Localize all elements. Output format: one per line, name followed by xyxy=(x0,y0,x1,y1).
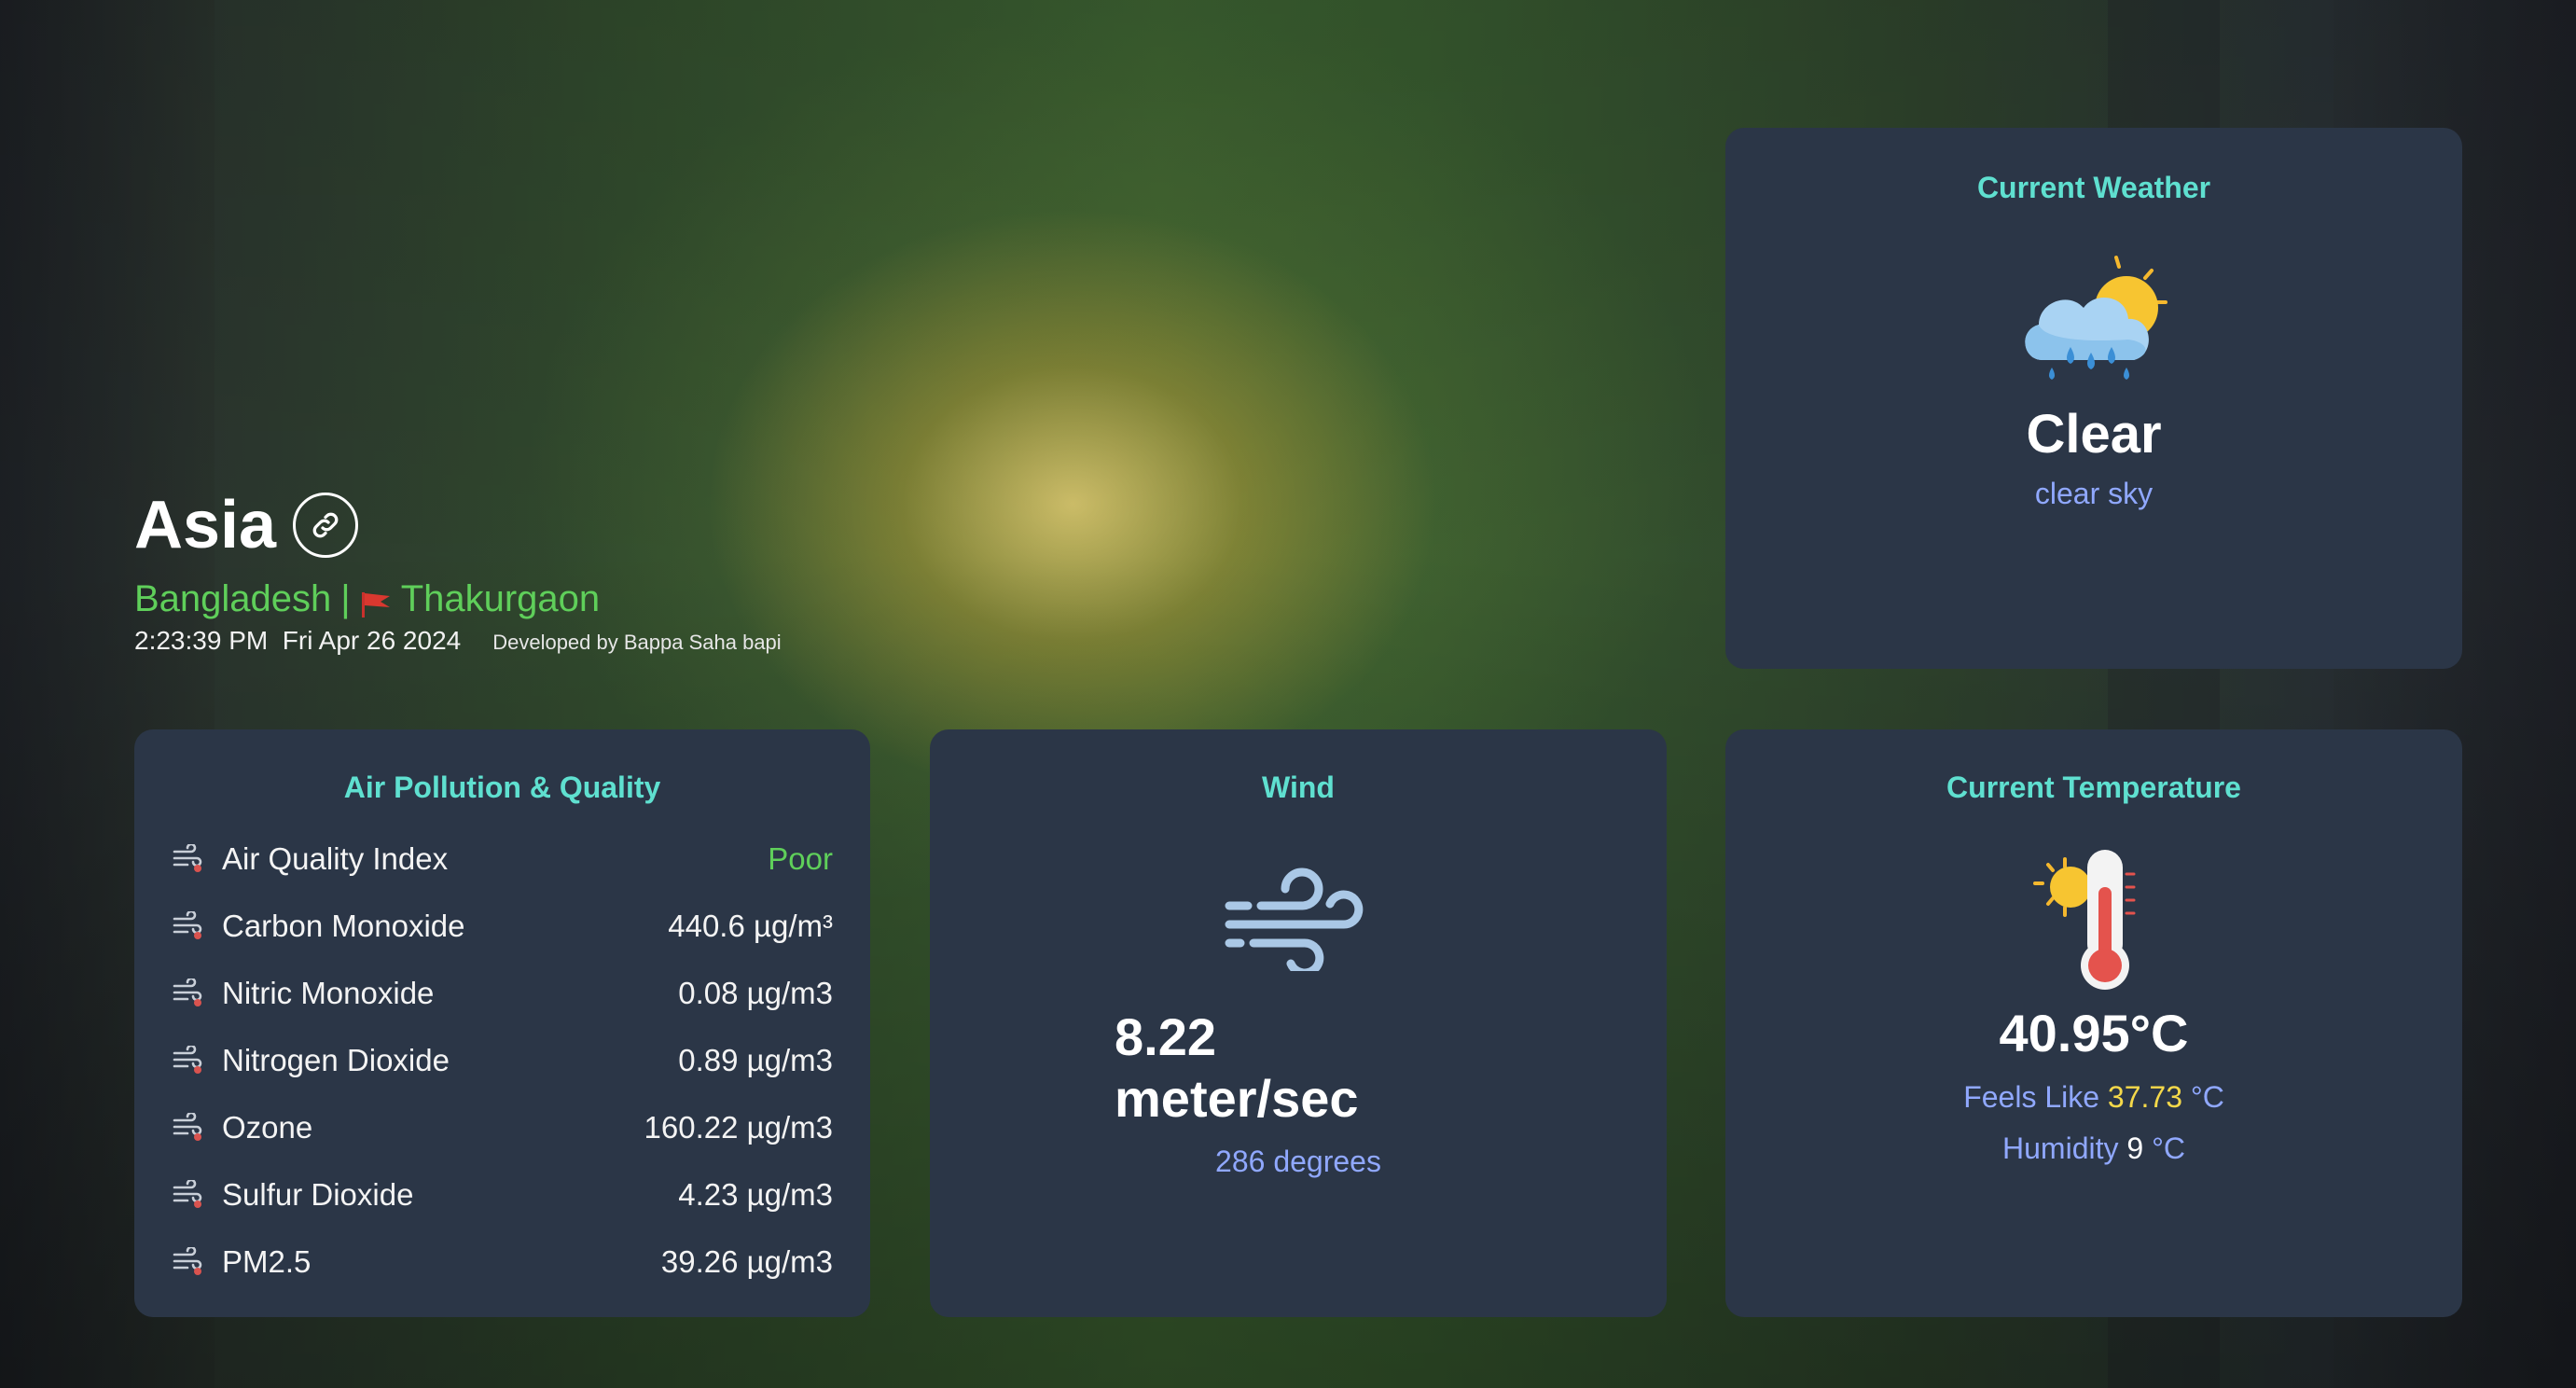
current-time: 2:23:39 PM xyxy=(134,626,269,655)
air-label: Sulfur Dioxide xyxy=(222,1177,414,1212)
list-item: Nitric Monoxide 0.08 µg/m3 xyxy=(172,960,833,1027)
humidity-label: Humidity xyxy=(2002,1131,2119,1165)
city-name: Thakurgaon xyxy=(400,578,601,619)
developer-credit: Developed by Bappa Saha bapi xyxy=(492,631,782,654)
air-label: Air Quality Index xyxy=(222,841,449,876)
current-weather-card: Current Weather Clear clear sky xyxy=(1725,128,2462,669)
air-value: 440.6 µg/m³ xyxy=(668,909,833,943)
share-link-button[interactable] xyxy=(293,493,359,558)
smoke-icon xyxy=(172,979,211,1008)
card-title: Wind xyxy=(1262,770,1335,804)
wind-speed-value: 8.22 xyxy=(1115,1007,1216,1066)
weather-main: Clear xyxy=(2026,404,2162,465)
wind-direction: 286 degrees xyxy=(1215,1145,1381,1178)
humidity: Humidity 9 °C xyxy=(1725,1131,2462,1166)
air-label: Nitric Monoxide xyxy=(222,976,435,1010)
air-label: Ozone xyxy=(222,1110,313,1145)
smoke-icon xyxy=(172,1180,211,1210)
humidity-value: 9 xyxy=(2126,1131,2144,1165)
feels-like-label: Feels Like xyxy=(1963,1080,2100,1114)
current-date: Fri Apr 26 2024 xyxy=(282,626,462,655)
card-title: Current Temperature xyxy=(1946,770,2241,804)
wind-icon xyxy=(1225,868,1364,971)
datetime: 2:23:39 PM Fri Apr 26 2024 xyxy=(134,626,461,656)
feels-like-value: 37.73 xyxy=(2107,1080,2182,1114)
air-label: Nitrogen Dioxide xyxy=(222,1043,450,1077)
flag-icon xyxy=(360,586,392,618)
list-item: Nitrogen Dioxide 0.89 µg/m3 xyxy=(172,1027,833,1094)
air-value: 160.22 µg/m3 xyxy=(644,1110,833,1145)
temperature-value: 40.95°C xyxy=(1999,1004,2189,1062)
smoke-icon xyxy=(172,1046,211,1076)
wind-card: Wind 8.22 meter/sec 286 degrees xyxy=(930,729,1667,1317)
smoke-icon xyxy=(172,1113,211,1143)
wind-speed: 8.22 meter/sec xyxy=(1115,1006,1667,1130)
air-value: Poor xyxy=(768,841,833,876)
smoke-icon xyxy=(172,911,211,941)
wind-speed-unit: meter/sec xyxy=(1115,1069,1359,1128)
air-value: 0.08 µg/m3 xyxy=(678,976,833,1010)
air-pollution-card: Air Pollution & Quality Air Quality Inde… xyxy=(134,729,870,1317)
feels-like-unit: °C xyxy=(2190,1080,2224,1114)
air-value: 0.89 µg/m3 xyxy=(678,1043,833,1077)
list-item: Carbon Monoxide 440.6 µg/m³ xyxy=(172,893,833,960)
list-item: Sulfur Dioxide 4.23 µg/m3 xyxy=(172,1161,833,1228)
location-separator: | xyxy=(340,578,351,619)
list-item: PM2.5 39.26 µg/m3 xyxy=(172,1228,833,1296)
current-temperature-card: Current Temperature 40.95°C Feels Like 3… xyxy=(1725,729,2462,1317)
smoke-icon xyxy=(172,844,211,874)
air-label: PM2.5 xyxy=(222,1244,312,1279)
cloud-sun-rain-icon xyxy=(2025,256,2167,380)
feels-like: Feels Like 37.73 °C xyxy=(1725,1080,2462,1115)
air-value: 39.26 µg/m3 xyxy=(660,1244,833,1279)
card-title: Air Pollution & Quality xyxy=(343,770,661,804)
air-label: Carbon Monoxide xyxy=(222,909,465,943)
link-icon xyxy=(312,512,339,538)
list-item: Ozone 160.22 µg/m3 xyxy=(172,1094,833,1161)
location-header: Asia Bangladesh | Thakurgaon 2:23:39 PM … xyxy=(134,485,782,656)
smoke-icon xyxy=(172,1247,211,1277)
card-title: Current Weather xyxy=(1976,171,2211,204)
list-item: Air Quality Index Poor xyxy=(172,826,833,893)
weather-description: clear sky xyxy=(2034,477,2154,510)
air-value: 4.23 µg/m3 xyxy=(678,1177,833,1212)
humidity-unit: °C xyxy=(2152,1131,2185,1165)
location-line: Bangladesh | Thakurgaon xyxy=(134,578,782,620)
thermometer-sun-icon xyxy=(2033,850,2136,990)
country-name: Bangladesh xyxy=(134,578,332,619)
region-title: Asia xyxy=(134,488,277,562)
